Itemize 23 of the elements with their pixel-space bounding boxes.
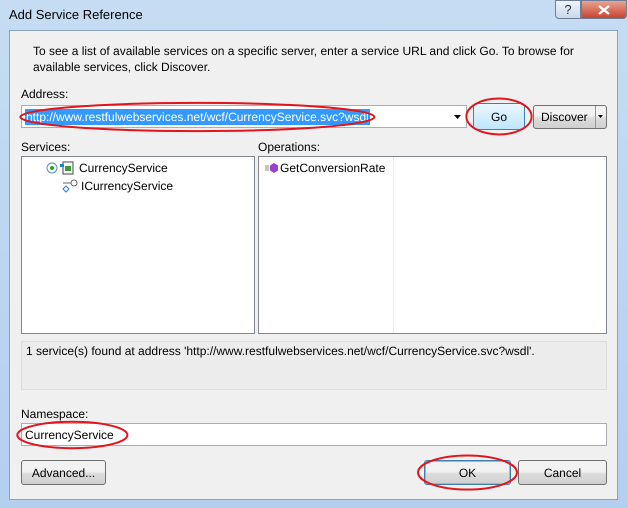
advanced-button[interactable]: Advanced... (21, 460, 106, 485)
discover-split-button[interactable]: Discover (533, 104, 607, 128)
go-button[interactable]: Go (473, 103, 525, 130)
cancel-button[interactable]: Cancel (518, 460, 607, 485)
service-node-icon (46, 161, 76, 175)
instruction-text: To see a list of available services on a specific server, enter a service URL and click Go. To browse for available services, click Discover. (33, 43, 575, 75)
method-icon (265, 162, 279, 174)
ok-button[interactable]: OK (424, 460, 511, 485)
status-message: 1 service(s) found at address 'http://www.restfulwebservices.net/wcf/CurrencyService.svc?wsdl'. (21, 341, 607, 390)
tree-item[interactable]: CurrencyService (22, 159, 254, 177)
help-button[interactable]: ? (555, 0, 581, 19)
tree-item[interactable]: ICurrencyService (22, 177, 254, 195)
close-icon (598, 4, 610, 14)
operations-label: Operations: (258, 140, 322, 154)
namespace-label: Namespace: (21, 407, 90, 421)
operation-item[interactable]: GetConversionRate (265, 159, 393, 177)
interface-icon (62, 179, 78, 193)
dropdown-arrow-icon (454, 114, 461, 118)
address-label: Address: (21, 87, 70, 101)
dropdown-arrow-icon (598, 115, 604, 118)
window-title: Add Service Reference (9, 7, 143, 22)
services-label: Services: (21, 140, 72, 154)
close-button[interactable] (581, 0, 627, 19)
